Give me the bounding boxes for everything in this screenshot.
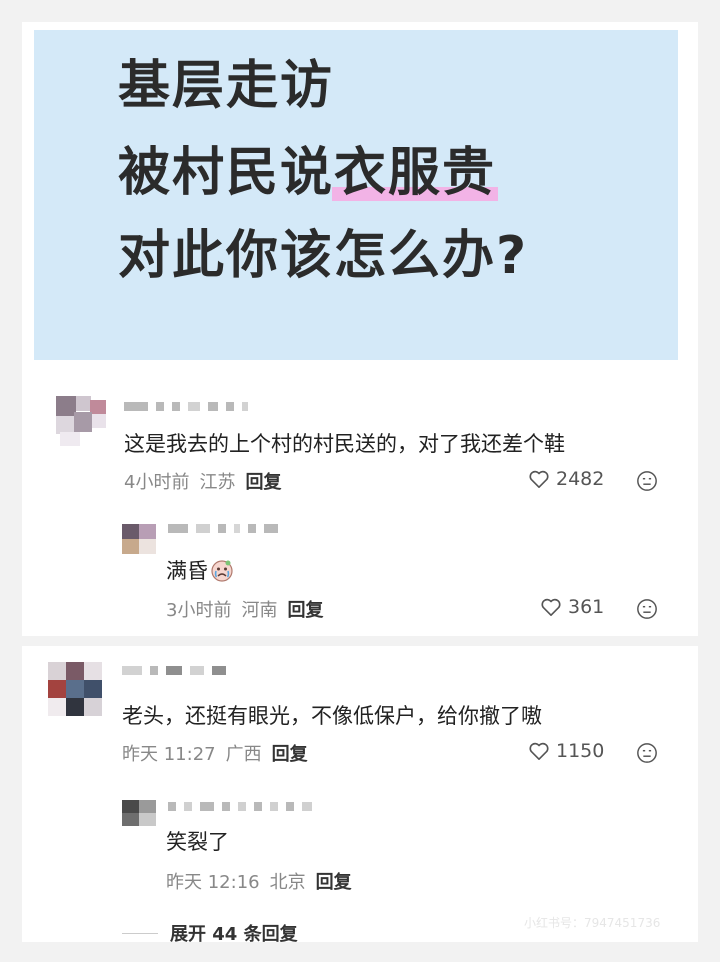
avatar[interactable] xyxy=(122,800,156,826)
reply-button[interactable]: 回复 xyxy=(316,868,352,894)
like-count: 2482 xyxy=(556,468,605,490)
like-count: 361 xyxy=(568,596,605,618)
banner-title-line-1: 基层走访 xyxy=(118,56,335,116)
reply-button[interactable]: 回复 xyxy=(245,468,281,494)
comment-text: 老头，还挺有眼光，不像低保户，给你撤了嗷 xyxy=(122,704,542,728)
reply-text: 笑裂了 xyxy=(166,830,229,854)
reply-time: 昨天 12:16 xyxy=(166,872,260,893)
dislike-face-icon[interactable] xyxy=(636,470,658,492)
dislike-face-icon[interactable] xyxy=(636,742,658,764)
avatar[interactable] xyxy=(122,524,156,554)
heart-outline-icon xyxy=(529,742,549,760)
reply-text: 满昏 xyxy=(166,555,234,585)
reply-time: 3小时前 xyxy=(166,600,232,621)
crying-face-sticker xyxy=(211,560,233,582)
watermark: 小红书号：7947451736 xyxy=(524,916,661,930)
comment-meta: 4小时前 江苏 回复 xyxy=(124,468,281,494)
banner-title-plain: 被村民说 xyxy=(118,143,335,203)
reply-location: 河南 xyxy=(241,600,278,621)
banner-title-line-2: 被村民说衣服贵 xyxy=(118,147,496,199)
post-banner-image: 基层走访 被村民说衣服贵 对此你该怎么办? xyxy=(34,30,678,360)
reply-location: 北京 xyxy=(269,872,306,893)
comment-card: 老头，还挺有眼光，不像低保户，给你撤了嗷 昨天 11:27 广西 回复 1150… xyxy=(22,646,698,945)
comment-time: 昨天 11:27 xyxy=(122,744,216,765)
heart-outline-icon xyxy=(541,598,561,616)
like-count: 1150 xyxy=(556,740,605,762)
comment-location: 广西 xyxy=(225,744,262,765)
username-blurred[interactable] xyxy=(124,400,248,412)
like-button[interactable]: 2482 xyxy=(528,468,604,490)
comment-text: 这是我去的上个村的村民送的，对了我还差个鞋 xyxy=(124,432,565,456)
banner-title-highlight: 衣服贵 xyxy=(334,143,497,203)
comment-time: 4小时前 xyxy=(124,472,190,493)
comment-meta: 昨天 11:27 广西 回复 xyxy=(122,740,308,766)
expand-divider xyxy=(122,932,158,934)
username-blurred[interactable] xyxy=(168,800,312,812)
reply-meta: 3小时前 河南 回复 xyxy=(166,596,323,622)
username-blurred[interactable] xyxy=(122,664,226,676)
reply-meta: 昨天 12:16 北京 回复 xyxy=(166,868,352,894)
reply-button[interactable]: 回复 xyxy=(287,596,323,622)
banner-title-line-3: 对此你该怎么办? xyxy=(118,226,529,286)
reply-button[interactable]: 回复 xyxy=(272,740,308,766)
expand-replies-label: 展开 44 条回复 xyxy=(170,924,298,945)
like-button[interactable]: 361 xyxy=(540,596,604,618)
avatar[interactable] xyxy=(56,396,106,446)
like-button[interactable]: 1150 xyxy=(528,740,604,762)
username-blurred[interactable] xyxy=(168,522,278,534)
heart-outline-icon xyxy=(529,470,549,488)
comment-location: 江苏 xyxy=(199,472,236,493)
dislike-face-icon[interactable] xyxy=(636,598,658,620)
avatar[interactable] xyxy=(48,662,102,716)
expand-replies-button[interactable]: 展开 44 条回复 xyxy=(122,920,298,946)
post-card: 基层走访 被村民说衣服贵 对此你该怎么办? 这是我去的上个村的村民送的，对了我还… xyxy=(22,22,698,636)
